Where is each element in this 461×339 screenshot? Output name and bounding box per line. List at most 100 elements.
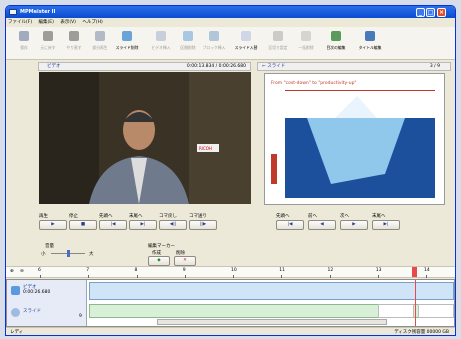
slide-next-button[interactable]: ▶ xyxy=(340,220,368,230)
menu-view[interactable]: 表示(V) xyxy=(60,20,76,25)
menu-edit[interactable]: 編集(E) xyxy=(39,20,54,25)
title-bar[interactable]: MPMeister II _ □ × xyxy=(6,6,455,18)
ruler-tick xyxy=(40,275,41,278)
toolbar-label: スライド入替 xyxy=(234,45,258,50)
status-text: レディ xyxy=(10,330,24,335)
toolbar-label: 目次の編集 xyxy=(326,45,346,50)
bookmark-delete-button[interactable]: ✕ xyxy=(174,256,196,266)
slide-preview[interactable]: From "cost-down" to "productivity-up" xyxy=(264,73,445,205)
toolbar-button[interactable]: ビデオ挿入 xyxy=(149,29,173,51)
volume-thumb[interactable] xyxy=(67,250,70,257)
ruler-tick-label: 7 xyxy=(86,268,90,273)
frame-forward-button[interactable]: ||▶ xyxy=(189,220,217,230)
video-last-button-label: 末尾へ xyxy=(129,214,143,219)
zoom-in-icon[interactable]: ⊕ xyxy=(10,269,14,274)
close-button[interactable]: × xyxy=(437,8,446,17)
stop-button[interactable]: ■ xyxy=(69,220,97,230)
toolbar-label: スライド削除 xyxy=(115,45,139,50)
range-delete-icon xyxy=(183,31,193,41)
video-first-button-label: 先頭へ xyxy=(99,214,113,219)
play-button-label: 再生 xyxy=(39,214,48,219)
iceberg-illustration xyxy=(271,90,435,198)
frame-forward-button-label: コマ送り xyxy=(189,214,207,219)
toolbar-button[interactable]: 部分再生 xyxy=(88,29,112,51)
timeline-tracks: ビデオ 0:00:26.680 スライド 9 xyxy=(6,279,455,327)
ruler-tick xyxy=(233,275,234,278)
volume-group: 音量 小 大 xyxy=(39,243,99,261)
menu-help[interactable]: ヘルプ(H) xyxy=(82,20,102,25)
volume-low-label: 小 xyxy=(41,252,46,257)
timeline-scrollbar[interactable] xyxy=(157,319,387,325)
toolbar-button[interactable]: やり直す xyxy=(62,29,86,51)
slide-last-button[interactable]: ▶| xyxy=(372,220,400,230)
ruler-tick-label: 9 xyxy=(182,268,186,273)
slide-thumbnail[interactable] xyxy=(378,304,414,318)
ruler-tick xyxy=(136,275,138,278)
status-bar: レディ ディスク残容量 00000 GB xyxy=(6,327,455,335)
video-track-clip[interactable] xyxy=(89,282,454,300)
toolbar-label: 部分再生 xyxy=(92,45,108,50)
bookmark-group: 編集マーカー 作成 削除 ◆ ✕ xyxy=(142,243,248,267)
disk-capacity: ディスク残容量 00000 GB xyxy=(394,330,449,335)
play-part-icon xyxy=(95,31,105,41)
menu-file[interactable]: ファイル(F) xyxy=(8,20,32,25)
ruler-tick-label: 14 xyxy=(424,268,430,273)
toolbar-button[interactable]: スライド削除 xyxy=(115,29,139,51)
video-first-button[interactable]: |◀ xyxy=(99,220,127,230)
toolbar-button[interactable]: ブロック挿入 xyxy=(202,29,226,51)
toolbar-button[interactable]: スライド入替 xyxy=(234,29,258,51)
toolbar-button[interactable]: 区切り設定 xyxy=(266,29,290,51)
undo-icon xyxy=(43,31,53,41)
slide-prev-button[interactable]: ◀ xyxy=(308,220,336,230)
slide-panel-header: ← スライド 3 / 9 xyxy=(257,62,451,71)
toc-edit-icon xyxy=(331,31,341,41)
toolbar-button[interactable]: 区間削除 xyxy=(176,29,200,51)
save-icon xyxy=(19,31,29,41)
toolbar-label: タイトル編集 xyxy=(358,45,382,50)
ruler-tick xyxy=(88,275,90,278)
app-window: MPMeister II _ □ × ファイル(F) 編集(E) 表示(V) ヘ… xyxy=(5,5,456,336)
svg-text:RICOH: RICOH xyxy=(199,146,212,151)
maximize-button[interactable]: □ xyxy=(426,8,435,17)
split-icon xyxy=(273,31,283,41)
toolbar-label: 区間削除 xyxy=(180,45,196,50)
toolbar-button[interactable]: 保存 xyxy=(12,29,36,51)
zoom-out-icon[interactable]: ⊖ xyxy=(20,269,24,274)
volume-high-label: 大 xyxy=(89,252,94,257)
minimize-button[interactable]: _ xyxy=(416,8,425,17)
ruler-tick-label: 6 xyxy=(38,268,41,273)
slide-last-button-label: 末尾へ xyxy=(372,214,386,219)
slide-page-number: 3 / 9 xyxy=(429,64,440,69)
video-preview[interactable]: RICOH xyxy=(39,72,251,204)
toolbar-button[interactable]: 目次の編集 xyxy=(324,29,348,51)
slide-thumbnail[interactable] xyxy=(418,304,454,318)
toolbar-label: 一括削除 xyxy=(298,45,314,50)
slide-first-button[interactable]: |◀ xyxy=(276,220,304,230)
bookmark-label: 編集マーカー xyxy=(148,244,175,249)
slide-panel-title: スライド xyxy=(267,64,286,69)
ruler-tick xyxy=(377,275,379,278)
block-insert-icon xyxy=(209,31,219,41)
video-track-time: 0:00:26.680 xyxy=(23,290,51,295)
bookmark-create-button[interactable]: ◆ xyxy=(148,256,170,266)
playhead-marker[interactable] xyxy=(412,267,417,277)
ruler-tick-label: 12 xyxy=(327,268,334,273)
play-button[interactable]: ▶ xyxy=(39,220,67,230)
toolbar-button[interactable]: タイトル編集 xyxy=(358,29,382,51)
timeline-ruler[interactable]: ⊕ ⊖ 6 7 8 9 10 11 12 13 14 xyxy=(6,266,455,278)
slide-track-count: 9 xyxy=(79,314,82,319)
slide-prev-button-label: 前へ xyxy=(308,214,317,219)
video-last-button[interactable]: ▶| xyxy=(129,220,157,230)
title-edit-icon xyxy=(365,31,375,41)
frame-back-button[interactable]: ◀|| xyxy=(159,220,187,230)
video-panel-title: ビデオ xyxy=(47,64,61,69)
ruler-tick-label: 10 xyxy=(231,268,237,273)
toolbar-button[interactable]: 元に戻す xyxy=(36,29,60,51)
toolbar-button[interactable]: 一括削除 xyxy=(294,29,318,51)
slide-delete-icon xyxy=(122,31,132,41)
stop-button-label: 停止 xyxy=(69,214,78,219)
slide-next-button-label: 次へ xyxy=(340,214,349,219)
ruler-tick xyxy=(426,275,427,278)
ruler-tick xyxy=(329,275,331,278)
toolbar: 保存 元に戻す やり直す 部分再生 スライド削除 ビデオ挿入 区間削除 ブロック挿入 スライド入… xyxy=(6,27,455,60)
